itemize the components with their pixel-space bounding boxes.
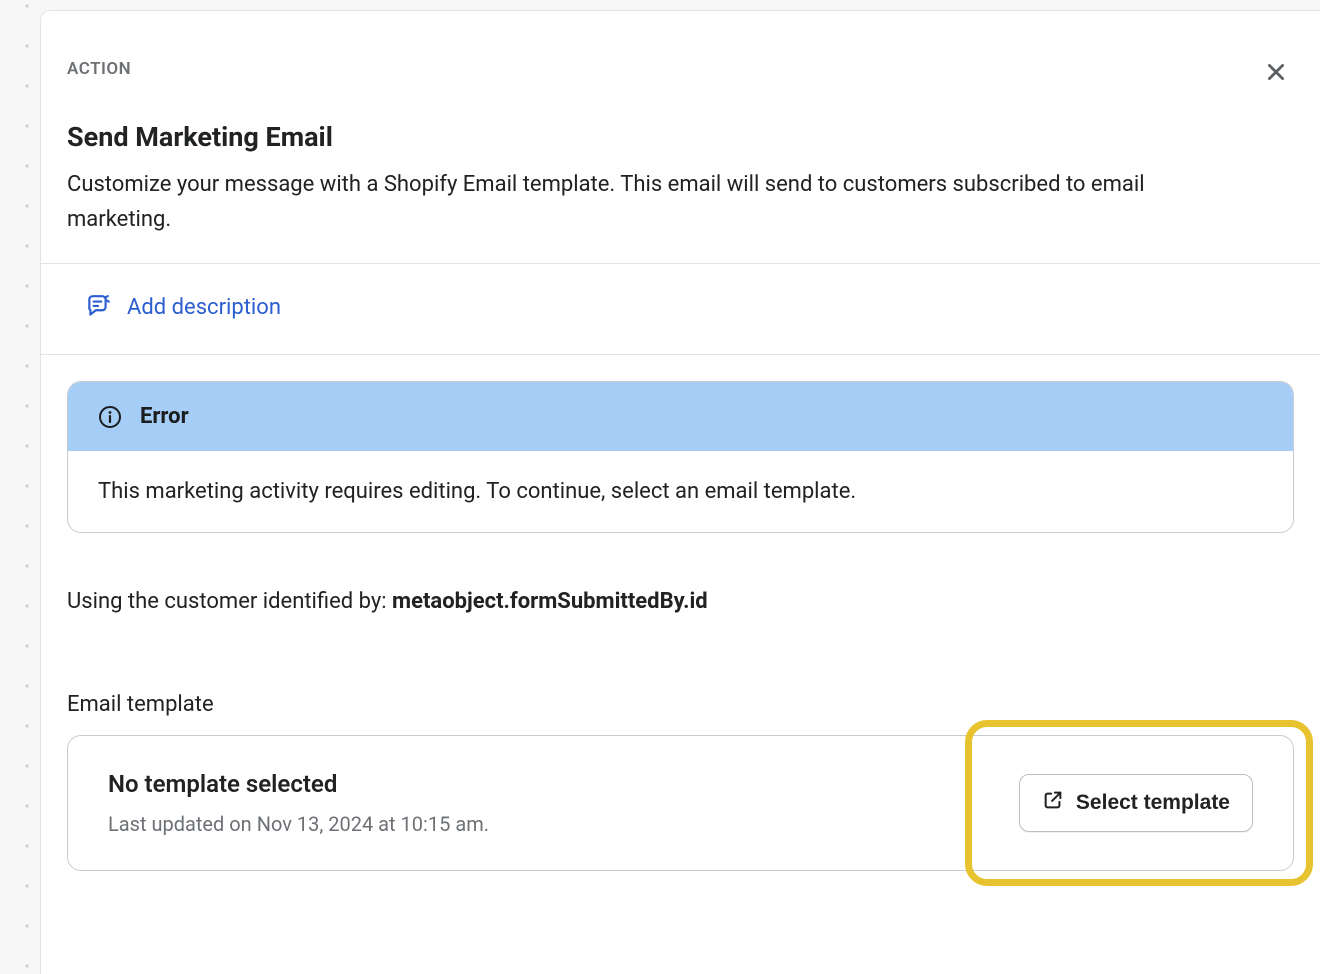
action-subtitle: Customize your message with a Shopify Em…: [67, 167, 1247, 237]
error-message: This marketing activity requires editing…: [68, 451, 1293, 532]
add-description-row: Add description: [41, 264, 1320, 355]
add-description-label: Add description: [127, 295, 281, 320]
error-banner-header: Error: [68, 382, 1293, 451]
error-banner: Error This marketing activity requires e…: [67, 381, 1294, 533]
template-status: No template selected: [108, 770, 489, 798]
template-info: No template selected Last updated on Nov…: [108, 770, 489, 836]
email-template-card: No template selected Last updated on Nov…: [67, 735, 1294, 871]
close-button[interactable]: [1258, 55, 1294, 91]
customer-identifier-prefix: Using the customer identified by:: [67, 589, 392, 614]
template-last-updated: Last updated on Nov 13, 2024 at 10:15 am…: [108, 812, 489, 836]
action-panel: ACTION Send Marketing Email Customize yo…: [40, 10, 1320, 974]
add-description-link[interactable]: Add description: [85, 294, 281, 320]
info-icon: [98, 405, 122, 429]
close-icon: [1265, 61, 1287, 86]
external-link-icon: [1042, 789, 1064, 817]
error-title: Error: [140, 404, 189, 429]
customer-identifier-value: metaobject.formSubmittedBy.id: [392, 589, 708, 614]
action-eyebrow: ACTION: [67, 59, 1294, 79]
select-template-button[interactable]: Select template: [1019, 774, 1253, 832]
action-title: Send Marketing Email: [67, 121, 1294, 153]
panel-header: ACTION Send Marketing Email Customize yo…: [41, 11, 1320, 264]
customer-identifier-text: Using the customer identified by: metaob…: [67, 589, 1294, 614]
chat-icon: [85, 294, 111, 320]
canvas-background: [0, 0, 40, 974]
select-template-label: Select template: [1076, 791, 1230, 815]
panel-body: Error This marketing activity requires e…: [41, 355, 1320, 897]
email-template-label: Email template: [67, 692, 1294, 717]
